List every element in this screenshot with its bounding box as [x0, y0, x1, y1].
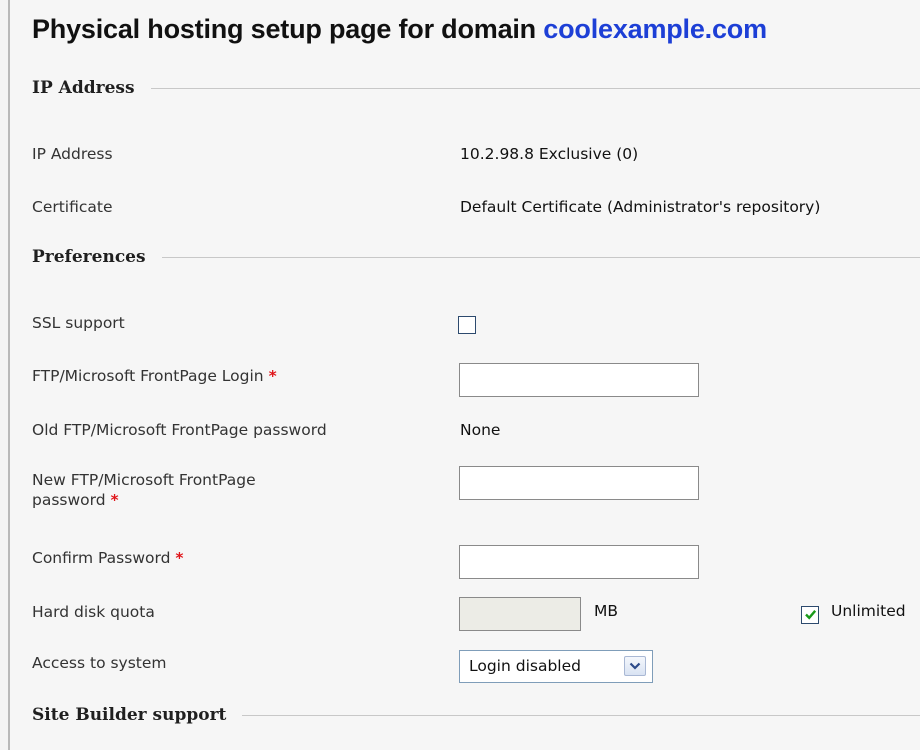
ftp-login-label-text: FTP/Microsoft FrontPage Login [32, 367, 264, 385]
ip-address-label: IP Address [32, 145, 113, 163]
section-divider [242, 714, 920, 716]
dropdown-button[interactable] [624, 656, 646, 676]
confirm-password-label-text: Confirm Password [32, 549, 171, 567]
ftp-login-input[interactable] [459, 363, 699, 397]
certificate-value: Default Certificate (Administrator's rep… [460, 198, 821, 216]
form-panel: Physical hosting setup page for domain c… [8, 0, 920, 750]
chevron-down-icon [629, 662, 641, 670]
section-divider [150, 87, 920, 89]
checkmark-icon [805, 610, 817, 620]
old-password-label: Old FTP/Microsoft FrontPage password [32, 421, 327, 439]
ssl-support-label: SSL support [32, 314, 125, 332]
section-preferences: Preferences [32, 246, 920, 268]
ip-address-value: 10.2.98.8 Exclusive (0) [460, 145, 639, 163]
confirm-password-input[interactable] [459, 545, 699, 579]
new-password-label-line2: password [32, 491, 106, 509]
ssl-support-checkbox[interactable] [458, 316, 476, 334]
access-to-system-label: Access to system [32, 654, 167, 672]
domain-link[interactable]: coolexample.com [543, 14, 767, 44]
ftp-login-label: FTP/Microsoft FrontPage Login * [32, 366, 277, 386]
unlimited-checkbox[interactable] [801, 606, 819, 624]
hard-disk-quota-label: Hard disk quota [32, 603, 155, 621]
page-title: Physical hosting setup page for domain c… [32, 14, 767, 45]
required-marker: * [110, 491, 119, 509]
required-marker: * [175, 549, 184, 567]
confirm-password-label: Confirm Password * [32, 548, 183, 568]
section-title: IP Address [32, 78, 135, 98]
section-ip-address: IP Address [32, 77, 920, 99]
page-title-text: Physical hosting setup page for domain [32, 14, 536, 44]
old-password-value: None [460, 421, 501, 439]
new-password-label: New FTP/Microsoft FrontPage password * [32, 470, 256, 510]
section-divider [161, 256, 920, 258]
quota-unit: MB [594, 602, 619, 620]
access-selected-value: Login disabled [469, 657, 581, 675]
access-to-system-select[interactable]: Login disabled [459, 650, 653, 683]
new-password-label-line1: New FTP/Microsoft FrontPage [32, 471, 256, 489]
unlimited-label: Unlimited [831, 602, 906, 620]
section-title: Preferences [32, 247, 146, 267]
certificate-label: Certificate [32, 198, 113, 216]
section-site-builder: Site Builder support [32, 704, 920, 726]
hard-disk-quota-input[interactable] [459, 597, 581, 631]
new-password-input[interactable] [459, 466, 699, 500]
section-title: Site Builder support [32, 705, 227, 725]
required-marker: * [268, 367, 277, 385]
